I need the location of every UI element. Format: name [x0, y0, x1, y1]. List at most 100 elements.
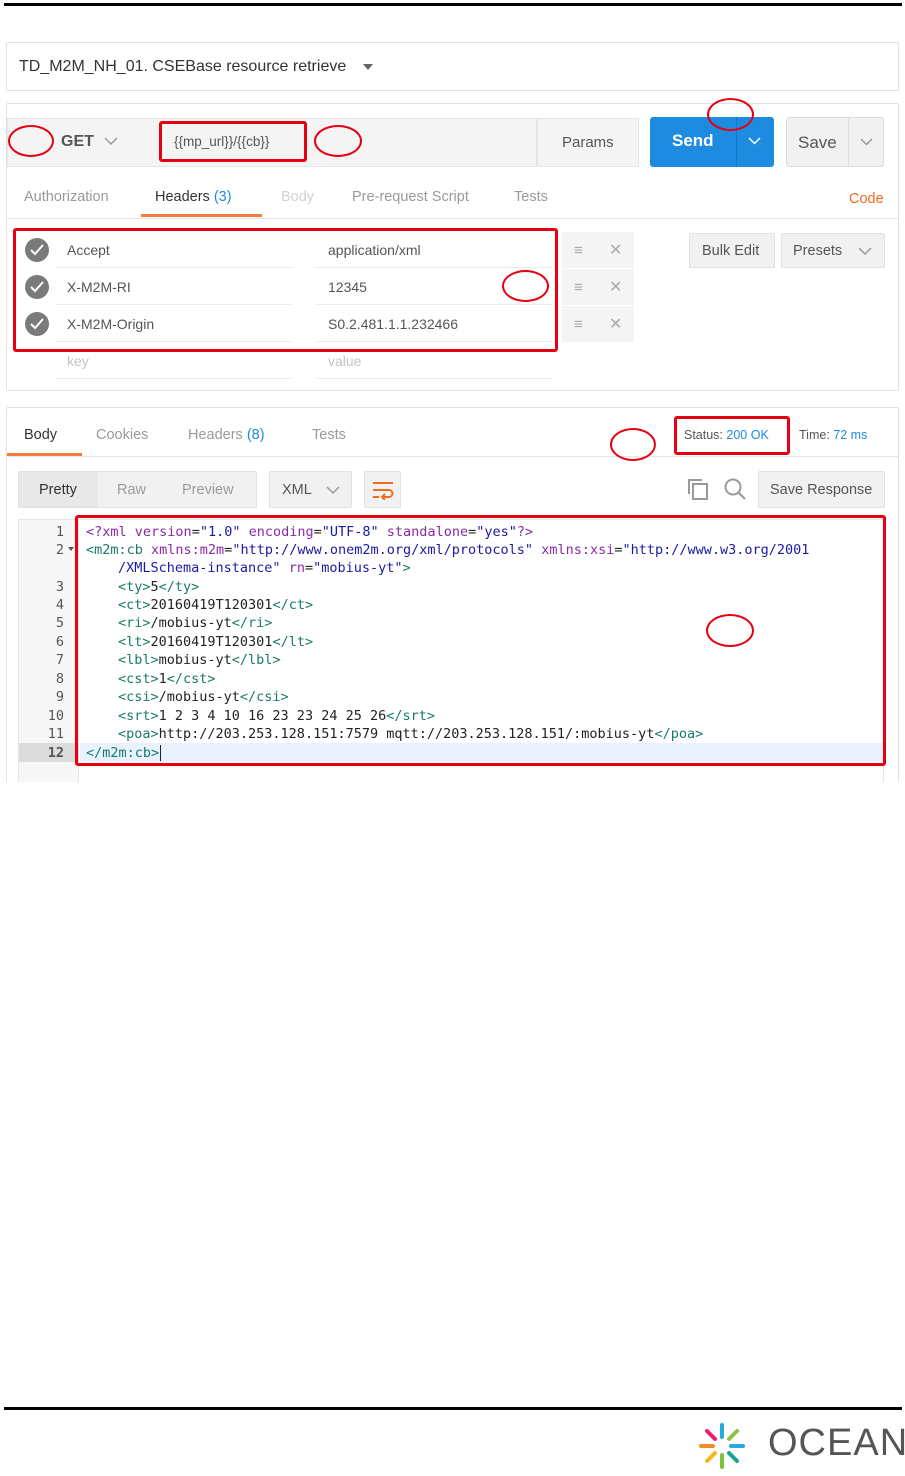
- new-header-key-input[interactable]: key: [56, 343, 292, 379]
- token: http://203.253.128.151:7579 mqtt://203.2…: [158, 726, 655, 742]
- save-response-button[interactable]: Save Response: [758, 471, 885, 508]
- view-mode-preview[interactable]: Preview: [182, 482, 234, 498]
- line-number: 1: [55, 524, 64, 540]
- time-label: Time:: [799, 428, 830, 442]
- code-line: <lbl>mobius-yt</lbl>: [118, 651, 281, 669]
- token: mobius-yt: [158, 652, 232, 668]
- annotation-marker-circle: [706, 614, 754, 647]
- new-header-value-input[interactable]: value: [316, 343, 552, 379]
- tab-body[interactable]: Body: [281, 189, 314, 205]
- token: 1: [158, 671, 167, 687]
- bulk-edit-label: Bulk Edit: [702, 243, 760, 259]
- annotation-marker-circle: [707, 98, 754, 131]
- tab-headers[interactable]: Headers (3): [155, 189, 232, 205]
- check-icon: [30, 281, 44, 293]
- url-input[interactable]: {{mp_url}}/{{cb}}: [174, 134, 269, 149]
- line-number: 6: [55, 634, 64, 650]
- header-enabled-checkbox[interactable]: [25, 312, 49, 336]
- view-mode-raw[interactable]: Raw: [117, 482, 146, 498]
- code-line: <ty>5</ty>: [118, 578, 199, 596]
- tab-authorization[interactable]: Authorization: [24, 189, 109, 205]
- line-number: 10: [47, 708, 64, 724]
- request-name-bar[interactable]: TD_M2M_NH_01. CSEBase resource retrieve: [6, 42, 899, 91]
- ocean-logo-icon: [699, 1423, 745, 1469]
- token: <m2m:cb: [86, 542, 152, 558]
- token: </srt>: [386, 708, 435, 724]
- tab-headers-count: (3): [213, 189, 232, 205]
- drag-handle-icon[interactable]: ≡: [574, 279, 583, 296]
- tabs-divider: [7, 218, 898, 219]
- token: </poa>: [654, 726, 704, 742]
- status-value: 200 OK: [726, 428, 769, 442]
- token: <csi>: [118, 689, 159, 705]
- token: 20160419T120301: [150, 634, 273, 650]
- header-value-cell[interactable]: application/xml: [316, 232, 552, 268]
- response-tab-headers[interactable]: Headers (8): [188, 427, 265, 443]
- tab-pre-request-script[interactable]: Pre-request Script: [352, 189, 469, 205]
- params-button[interactable]: Params: [537, 118, 639, 167]
- response-tab-tests[interactable]: Tests: [312, 427, 346, 443]
- header-key-cell[interactable]: Accept: [56, 232, 292, 268]
- send-options-chevron-icon[interactable]: [748, 137, 761, 145]
- status-readout: Status: 200 OK: [684, 428, 769, 442]
- code-line: </m2m:cb>: [86, 744, 162, 762]
- text-cursor: [160, 745, 162, 761]
- save-button[interactable]: Save: [786, 117, 884, 167]
- caret-down-icon[interactable]: [363, 64, 373, 70]
- tab-tests[interactable]: Tests: [514, 189, 548, 205]
- line-number: 2: [55, 542, 64, 558]
- token: "mobius-yt": [313, 560, 403, 576]
- annotation-marker-circle: [8, 125, 54, 157]
- token: </csi>: [239, 689, 289, 705]
- code-line: /XMLSchema-instance" rn="mobius-yt">: [118, 559, 411, 577]
- annotation-marker-circle: [314, 125, 362, 157]
- active-tab-underline: [141, 214, 262, 217]
- delete-header-icon[interactable]: ✕: [609, 277, 622, 297]
- drag-handle-icon[interactable]: ≡: [574, 316, 583, 333]
- code-line: <srt>1 2 3 4 10 16 23 23 24 25 26</srt>: [118, 707, 435, 725]
- search-icon[interactable]: [723, 477, 747, 501]
- code-link[interactable]: Code: [849, 191, 884, 207]
- response-tab-body[interactable]: Body: [24, 427, 57, 443]
- line-number: 8: [55, 671, 64, 687]
- response-tab-cookies[interactable]: Cookies: [96, 427, 148, 443]
- wrap-lines-button[interactable]: [364, 471, 401, 508]
- fold-arrow-icon[interactable]: [68, 547, 74, 551]
- save-response-label: Save Response: [770, 482, 873, 498]
- delete-header-icon[interactable]: ✕: [609, 240, 622, 260]
- token: rn: [280, 560, 305, 576]
- method-chevron-down-icon[interactable]: [104, 137, 118, 146]
- top-rule: [4, 3, 902, 6]
- header-enabled-checkbox[interactable]: [25, 275, 49, 299]
- active-line-highlight: [80, 743, 883, 762]
- token: <?xml: [86, 524, 135, 540]
- save-options-chevron-icon[interactable]: [860, 138, 873, 146]
- token: "UTF-8": [321, 524, 379, 540]
- token: 1 2 3 4 10 16 23 23 24 25 26: [158, 708, 387, 724]
- drag-handle-icon[interactable]: ≡: [574, 242, 583, 259]
- view-mode-pretty[interactable]: Pretty: [39, 482, 77, 498]
- annotation-marker-circle: [610, 428, 656, 461]
- token: "1.0": [199, 524, 241, 540]
- time-value: 72 ms: [833, 428, 868, 442]
- chevron-down-icon: [858, 247, 872, 256]
- header-key-cell[interactable]: X-M2M-RI: [56, 269, 292, 305]
- token: =: [304, 560, 314, 576]
- copy-icon[interactable]: [687, 478, 709, 500]
- token: <ct>: [118, 597, 151, 613]
- status-label: Status:: [684, 428, 723, 442]
- bulk-edit-button[interactable]: Bulk Edit: [689, 233, 775, 268]
- token: </cst>: [166, 671, 216, 687]
- header-value: S0.2.481.1.1.232466: [328, 316, 459, 332]
- method-label[interactable]: GET: [61, 133, 94, 151]
- header-enabled-checkbox[interactable]: [25, 238, 49, 262]
- response-tab-headers-count: (8): [246, 427, 265, 443]
- token: =: [191, 524, 200, 540]
- delete-header-icon[interactable]: ✕: [609, 314, 622, 334]
- format-dropdown[interactable]: XML: [269, 471, 352, 508]
- presets-dropdown[interactable]: Presets: [781, 233, 885, 268]
- header-value-cell[interactable]: S0.2.481.1.1.232466: [316, 306, 552, 342]
- token: </ct>: [272, 597, 314, 613]
- header-row-actions: ≡ ✕: [562, 269, 634, 305]
- header-key-cell[interactable]: X-M2M-Origin: [56, 306, 292, 342]
